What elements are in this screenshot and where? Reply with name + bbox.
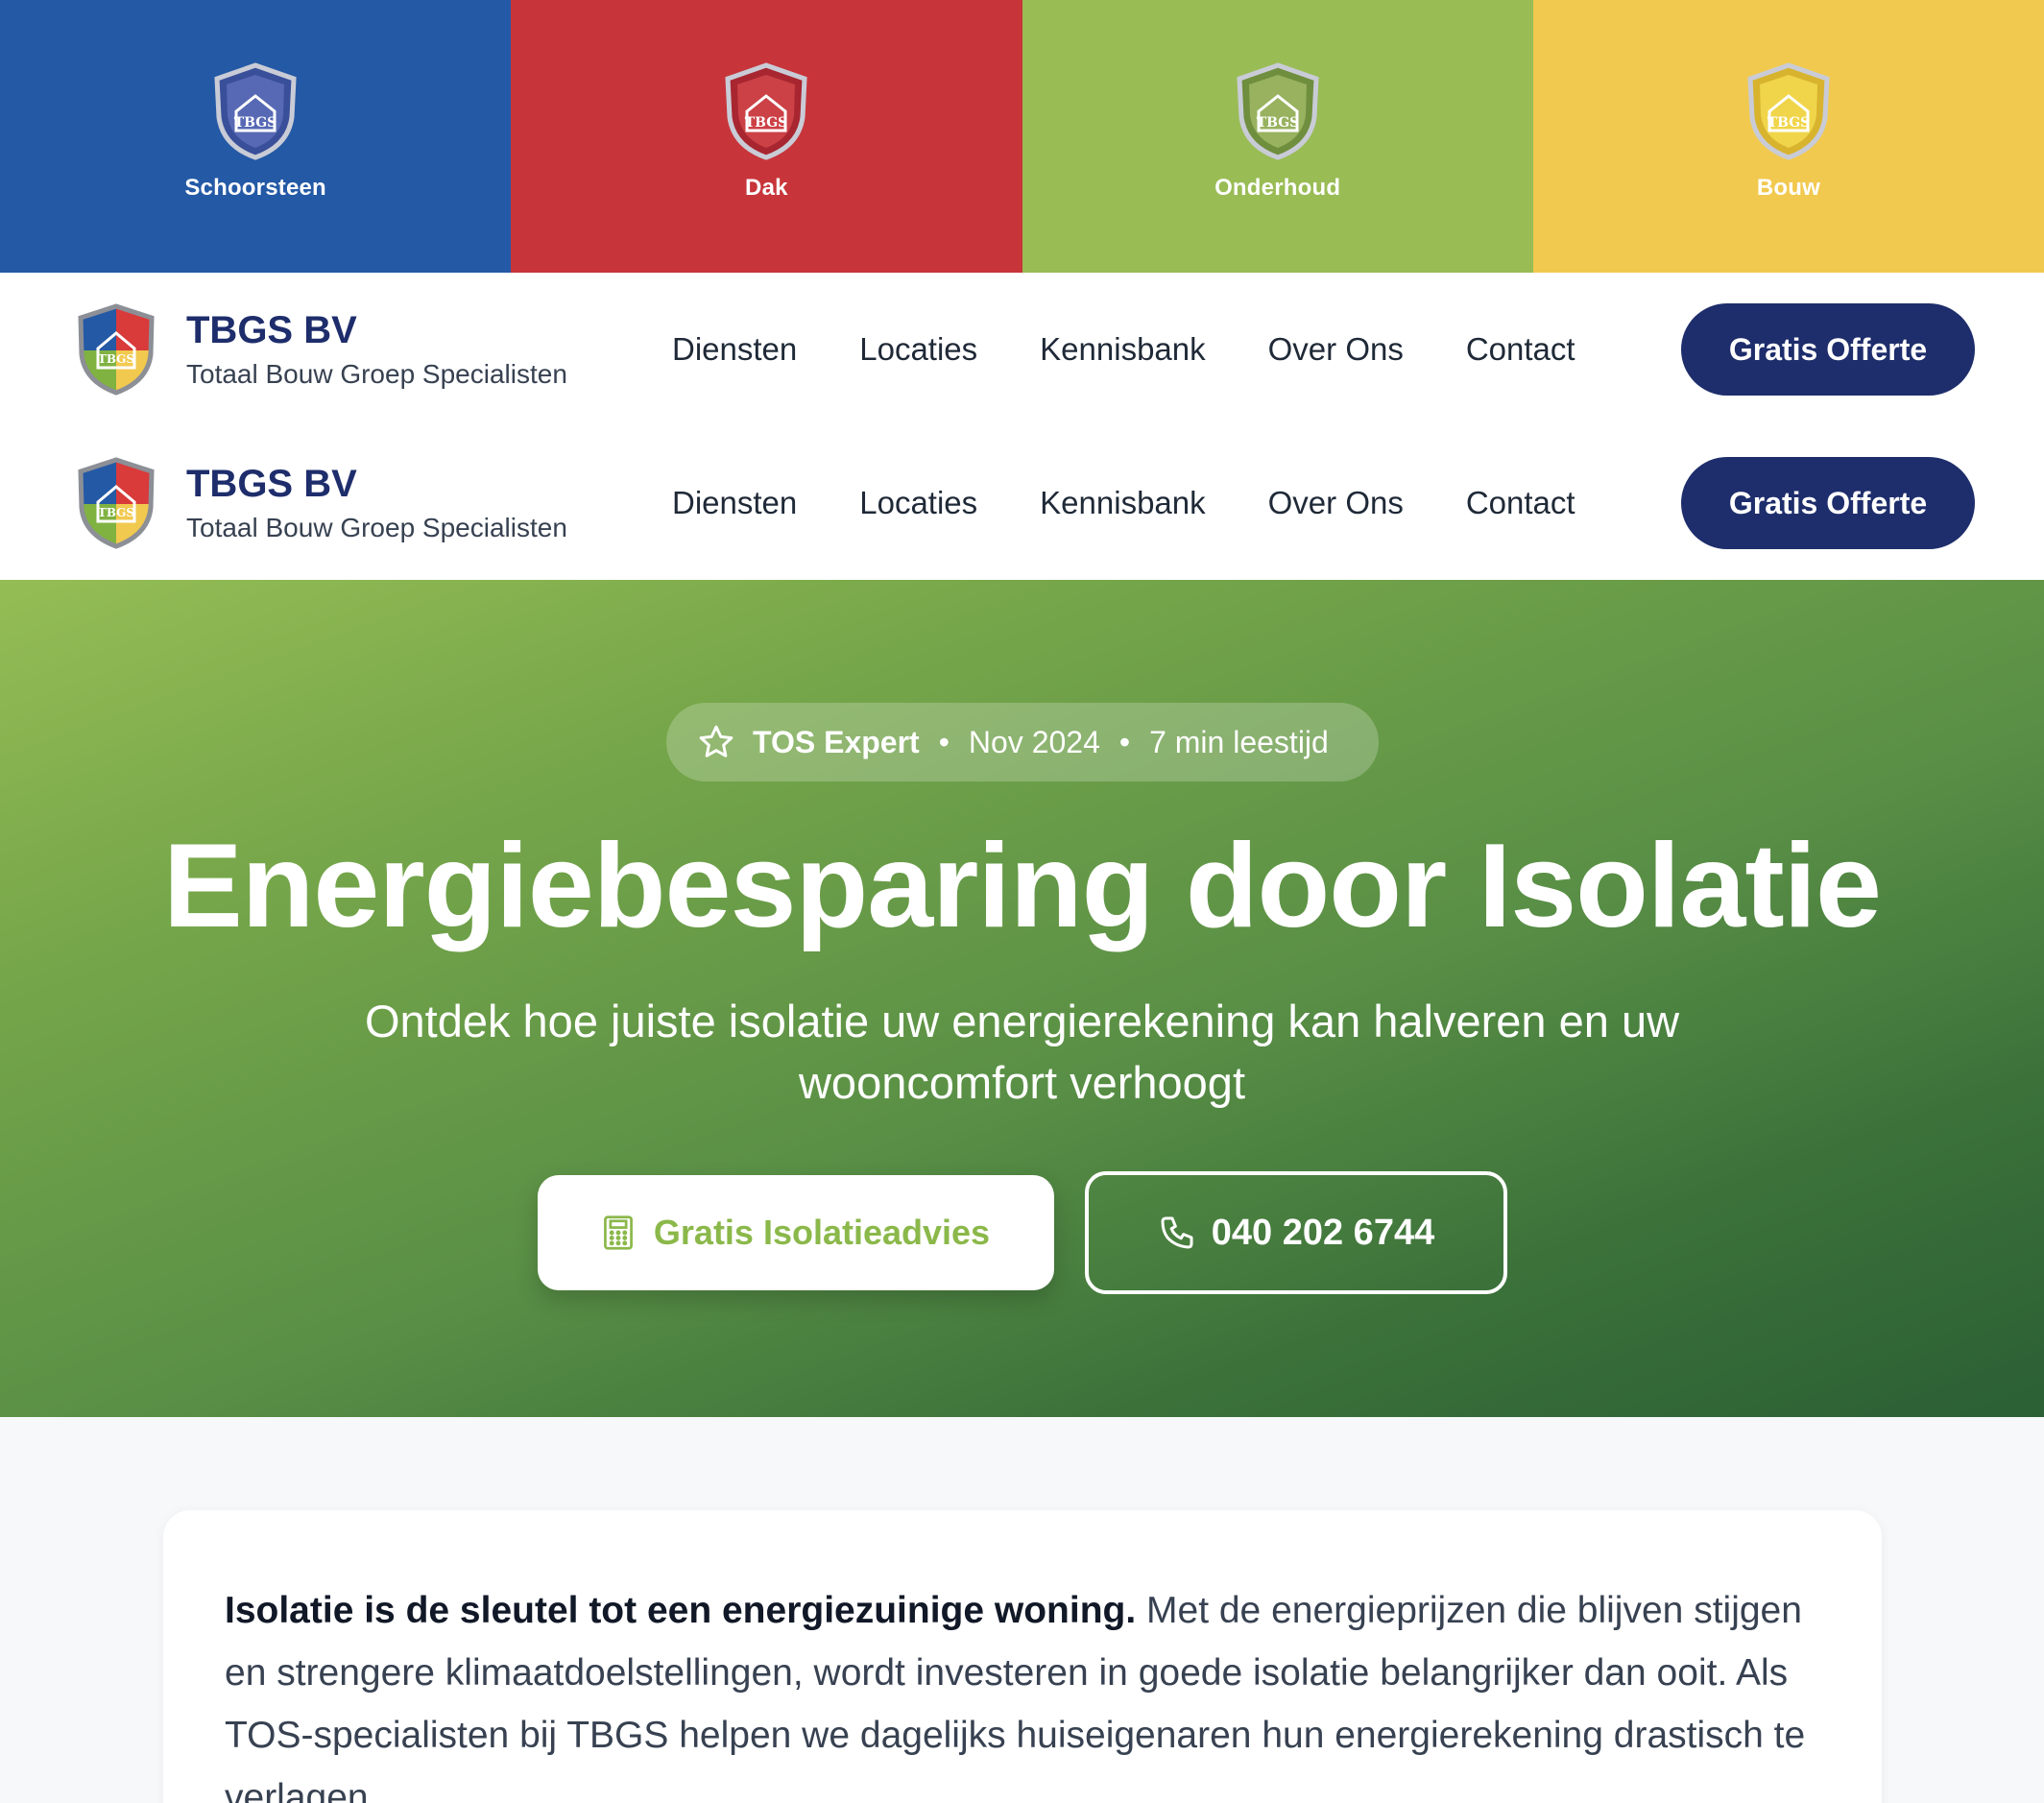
main-navigation: TBGS TBGS BV Totaal Bouw Groep Specialis…	[0, 273, 2044, 426]
nav-link-diensten[interactable]: Diensten	[672, 485, 797, 521]
category-label: Schoorsteen	[184, 175, 326, 201]
brand-subtitle: Totaal Bouw Groep Specialisten	[186, 513, 567, 542]
shield-logo-icon: TBGS	[78, 457, 155, 549]
article-meta-pill: TOS Expert • Nov 2024 • 7 min leestijd	[666, 703, 1379, 781]
svg-text:TBGS: TBGS	[1767, 115, 1811, 131]
button-label: 040 202 6744	[1211, 1212, 1435, 1253]
category-onderhoud[interactable]: TBGS Onderhoud	[1022, 0, 1533, 273]
nav-link-locaties[interactable]: Locaties	[859, 485, 977, 521]
gratis-offerte-button[interactable]: Gratis Offerte	[1681, 457, 1975, 549]
nav-link-over-ons[interactable]: Over Ons	[1268, 485, 1404, 521]
shield-logo-icon: TBGS	[78, 303, 155, 396]
svg-text:TBGS: TBGS	[745, 115, 788, 131]
category-label: Dak	[745, 175, 788, 201]
article-author: TOS Expert	[753, 724, 920, 759]
hero-section: TOS Expert • Nov 2024 • 7 min leestijd E…	[0, 580, 2044, 1417]
shield-logo-icon: TBGS	[1747, 62, 1830, 160]
article-date: Nov 2024	[968, 724, 1100, 759]
article-lead-bold: Isolatie is de sleutel tot een energiezu…	[225, 1590, 1137, 1631]
hero-subtitle: Ontdek hoe juiste isolatie uw energierek…	[364, 996, 1680, 1108]
main-navigation-duplicate: TBGS TBGS BV Totaal Bouw Groep Specialis…	[0, 426, 2044, 580]
shield-logo-icon: TBGS	[1237, 62, 1319, 160]
category-bar: TBGS Schoorsteen TBGS Dak TBGS Onderhoud…	[0, 0, 2044, 273]
category-schoorsteen[interactable]: TBGS Schoorsteen	[0, 0, 512, 273]
nav-link-locaties[interactable]: Locaties	[859, 331, 977, 368]
svg-text:TBGS: TBGS	[1256, 115, 1299, 131]
meta-separator: •	[1118, 724, 1131, 759]
svg-text:TBGS: TBGS	[234, 115, 277, 131]
nav-menu: Diensten Locaties Kennisbank Over Ons Co…	[672, 485, 1638, 521]
calculator-icon	[603, 1215, 633, 1250]
nav-link-kennisbank[interactable]: Kennisbank	[1040, 485, 1205, 521]
article-content-card: Isolatie is de sleutel tot een energiezu…	[163, 1510, 1882, 1803]
gratis-offerte-button[interactable]: Gratis Offerte	[1681, 303, 1975, 396]
star-icon	[699, 725, 733, 757]
category-bouw[interactable]: TBGS Bouw	[1532, 0, 2044, 273]
phone-call-button[interactable]: 040 202 6744	[1085, 1171, 1507, 1294]
page-title: Energiebesparing door Isolatie	[162, 820, 1882, 952]
meta-separator: •	[938, 724, 950, 759]
article-read-time: 7 min leestijd	[1149, 724, 1329, 759]
brand-logo-link[interactable]: TBGS TBGS BV Totaal Bouw Groep Specialis…	[75, 456, 567, 550]
phone-icon	[1161, 1216, 1193, 1249]
button-label: Gratis Isolatieadvies	[653, 1213, 991, 1252]
nav-link-contact[interactable]: Contact	[1466, 485, 1575, 521]
nav-link-kennisbank[interactable]: Kennisbank	[1040, 331, 1205, 368]
nav-link-contact[interactable]: Contact	[1466, 331, 1575, 368]
brand-name: TBGS BV	[186, 309, 357, 351]
article-intro-paragraph: Isolatie is de sleutel tot een energiezu…	[225, 1579, 1818, 1803]
nav-link-over-ons[interactable]: Over Ons	[1268, 331, 1404, 368]
category-dak[interactable]: TBGS Dak	[511, 0, 1022, 273]
brand-logo-link[interactable]: TBGS TBGS BV Totaal Bouw Groep Specialis…	[75, 302, 567, 397]
svg-text:TBGS: TBGS	[98, 352, 134, 366]
brand-subtitle: Totaal Bouw Groep Specialisten	[186, 359, 567, 389]
gratis-isolatieadvies-button[interactable]: Gratis Isolatieadvies	[538, 1175, 1054, 1290]
nav-menu: Diensten Locaties Kennisbank Over Ons Co…	[672, 331, 1638, 368]
category-label: Onderhoud	[1214, 175, 1341, 201]
brand-name: TBGS BV	[186, 463, 357, 505]
category-label: Bouw	[1756, 175, 1820, 201]
nav-link-diensten[interactable]: Diensten	[672, 331, 797, 368]
svg-text:TBGS: TBGS	[98, 506, 134, 519]
shield-logo-icon: TBGS	[725, 62, 807, 160]
shield-logo-icon: TBGS	[214, 62, 297, 160]
